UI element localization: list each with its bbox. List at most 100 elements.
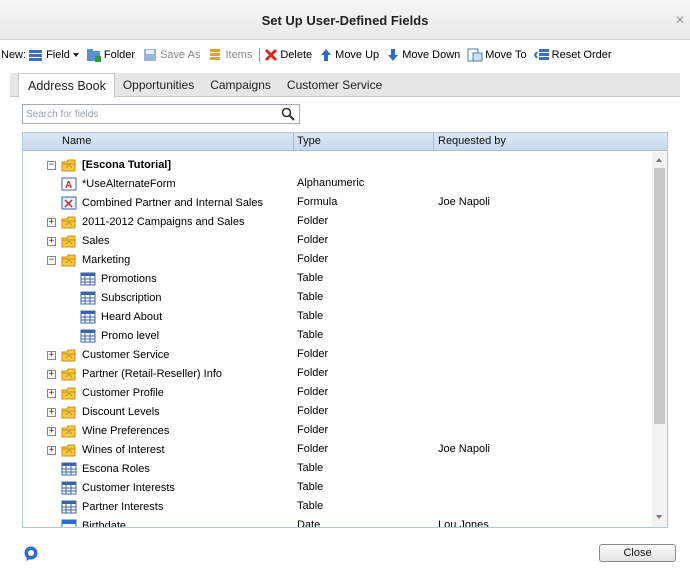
folder-icon	[61, 367, 77, 381]
folder-icon	[61, 386, 77, 400]
scroll-up-icon[interactable]	[656, 158, 662, 162]
table-row[interactable]: + Partner (Retail-Reseller) Info Folder	[23, 364, 653, 383]
column-header-name[interactable]: Name	[62, 135, 91, 147]
save-as-button[interactable]: Save As	[142, 48, 200, 62]
row-type: Folder	[297, 405, 329, 417]
table-row[interactable]: − Marketing Folder	[23, 250, 653, 269]
row-name: Promo level	[101, 330, 160, 342]
move-up-button[interactable]: Move Up	[319, 48, 379, 62]
move-to-button[interactable]: Move To	[467, 48, 527, 62]
row-name-cell: Combined Partner and Internal Sales	[61, 196, 263, 210]
row-name-cell: +2011-2012 Campaigns and Sales	[47, 215, 244, 229]
folder-icon	[61, 215, 77, 229]
table-icon	[80, 329, 96, 343]
row-type: Table	[297, 291, 324, 303]
row-name-cell: + Partner (Retail-Reseller) Info	[47, 367, 222, 381]
save-icon	[142, 48, 158, 62]
close-icon[interactable]: ✕	[674, 14, 686, 26]
column-header-requested-by[interactable]: Requested by	[438, 135, 506, 147]
folder-icon	[61, 158, 77, 172]
alphanumeric-field-icon: A	[61, 177, 77, 191]
row-name: Birthdate	[82, 520, 127, 528]
expand-icon[interactable]: +	[47, 388, 56, 398]
tab-opportunities[interactable]: Opportunities	[115, 73, 202, 97]
tab-campaigns[interactable]: Campaigns	[202, 73, 279, 97]
collapse-icon[interactable]: −	[47, 255, 56, 265]
row-type: Formula	[297, 196, 338, 208]
expand-icon[interactable]: +	[47, 369, 56, 379]
folder-icon	[61, 443, 77, 457]
expand-icon[interactable]: +	[47, 217, 56, 227]
row-name-cell: Promo level	[80, 329, 159, 343]
expand-icon[interactable]: +	[47, 445, 56, 455]
vertical-scrollbar[interactable]	[652, 152, 667, 527]
row-requested-by: Joe Napoli	[438, 443, 490, 455]
date-field-icon	[61, 519, 77, 527]
table-row[interactable]: Heard About Table	[23, 307, 653, 326]
expand-icon[interactable]: +	[47, 350, 56, 360]
help-chat-icon[interactable]	[23, 546, 39, 562]
expand-icon[interactable]: +	[47, 407, 56, 417]
table-row[interactable]: − [Escona Tutorial]	[23, 155, 653, 174]
table-row[interactable]: Subscription Table	[23, 288, 653, 307]
row-name: Promotions	[101, 273, 157, 285]
column-divider[interactable]	[293, 133, 294, 151]
table-row[interactable]: + Customer Profile Folder	[23, 383, 653, 402]
column-header-type[interactable]: Type	[297, 135, 321, 147]
table-row[interactable]: + Wines of Interest Folder Joe Napoli	[23, 440, 653, 459]
table-row[interactable]: + Discount Levels Folder	[23, 402, 653, 421]
new-field-button[interactable]: Field	[28, 48, 79, 62]
row-type: Folder	[297, 443, 329, 455]
table-icon	[80, 310, 96, 324]
tab-bar: Address Book Opportunities Campaigns Cus…	[10, 73, 680, 98]
table-icon	[61, 500, 77, 514]
reset-order-button[interactable]: Reset Order	[533, 48, 612, 62]
move-down-button[interactable]: Move Down	[386, 48, 460, 62]
items-button[interactable]: Items	[207, 48, 252, 62]
close-button[interactable]: Close	[599, 544, 676, 562]
grid-rows: − [Escona Tutorial] A *UseAlternateForm Alph…	[23, 155, 653, 528]
table-row[interactable]: + Sales Folder	[23, 231, 653, 250]
new-label: New:	[1, 49, 27, 61]
field-icon	[28, 48, 44, 62]
row-requested-by: Joe Napoli	[438, 196, 490, 208]
chevron-down-icon	[72, 53, 79, 57]
table-row[interactable]: + Wine Preferences Folder	[23, 421, 653, 440]
folder-icon	[61, 405, 77, 419]
row-type: Table	[297, 481, 324, 493]
table-row[interactable]: Partner Interests Table	[23, 497, 653, 516]
row-name: Discount Levels	[82, 406, 160, 418]
tab-customer-service[interactable]: Customer Service	[279, 73, 390, 97]
row-type: Table	[297, 272, 324, 284]
row-name-cell: Customer Interests	[61, 481, 175, 495]
row-name: Partner (Retail-Reseller) Info	[82, 368, 222, 380]
search-input[interactable]	[23, 105, 273, 123]
table-row[interactable]: Customer Interests Table	[23, 478, 653, 497]
new-folder-button[interactable]: Folder	[86, 48, 135, 62]
row-name-cell: − Marketing	[47, 253, 130, 267]
table-icon	[80, 272, 96, 286]
table-row[interactable]: +2011-2012 Campaigns and Sales Folder	[23, 212, 653, 231]
table-row[interactable]: A *UseAlternateForm Alphanumeric	[23, 174, 653, 193]
items-icon	[207, 48, 223, 62]
delete-button[interactable]: Delete	[264, 48, 312, 62]
collapse-icon[interactable]: −	[47, 160, 56, 170]
column-divider[interactable]	[433, 133, 434, 151]
table-row[interactable]: + Customer Service Folder	[23, 345, 653, 364]
table-row[interactable]: Promotions Table	[23, 269, 653, 288]
scroll-down-icon[interactable]	[656, 515, 662, 519]
row-requested-by: Lou Jones	[438, 519, 489, 528]
table-row[interactable]: Promo level Table	[23, 326, 653, 345]
row-name: Wines of Interest	[82, 444, 165, 456]
row-name: Customer Service	[82, 349, 170, 361]
scrollbar-thumb[interactable]	[654, 168, 665, 424]
row-type: Table	[297, 310, 324, 322]
row-name: Customer Interests	[82, 482, 175, 494]
search-icon[interactable]	[281, 107, 295, 121]
table-row[interactable]: Escona Roles Table	[23, 459, 653, 478]
tab-address-book[interactable]: Address Book	[18, 73, 115, 98]
expand-icon[interactable]: +	[47, 426, 56, 436]
table-row[interactable]: Combined Partner and Internal Sales Formu…	[23, 193, 653, 212]
table-row[interactable]: Birthdate Date Lou Jones	[23, 516, 653, 528]
expand-icon[interactable]: +	[47, 236, 56, 246]
